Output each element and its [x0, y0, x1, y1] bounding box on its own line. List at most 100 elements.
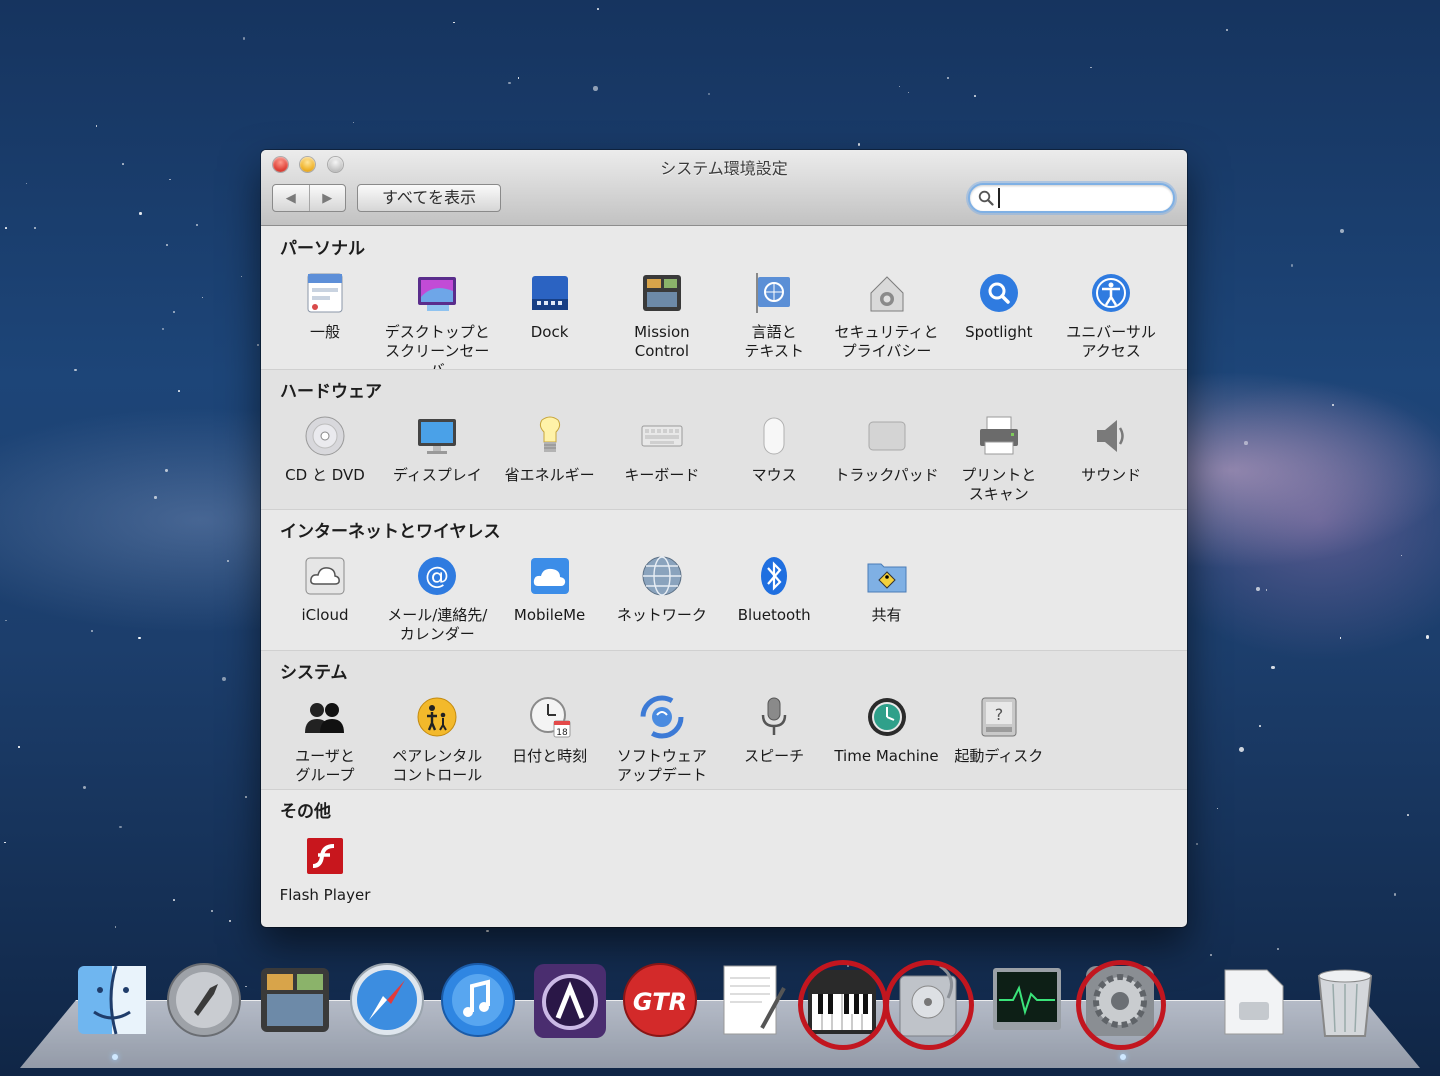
pane-language-text[interactable]: 言語と テキスト — [718, 269, 830, 361]
guitar-rig-icon: GTR — [623, 963, 697, 1037]
dock-guitar-rig[interactable]: GTR — [620, 958, 700, 1042]
keyboard-icon — [641, 425, 683, 447]
search-field[interactable] — [968, 183, 1175, 213]
users-groups-icon — [305, 703, 344, 733]
dock-icon — [531, 276, 568, 310]
pane-label: ペアレンタル コントロール — [392, 747, 483, 784]
highlight-ring — [798, 960, 888, 1050]
window-title: システム環境設定 — [660, 159, 788, 178]
highlight-ring — [1076, 960, 1166, 1050]
date-time-icon: 18 — [529, 697, 571, 738]
pane-label: 一般 — [309, 323, 340, 341]
pane-label: CD と DVD — [285, 466, 365, 484]
pane-label: ネットワーク — [616, 606, 707, 624]
mission-control-dock-icon — [261, 968, 329, 1032]
pane-spotlight[interactable]: Spotlight — [943, 269, 1055, 342]
dock-itunes[interactable] — [438, 958, 518, 1042]
pane-cd-dvd[interactable]: CD と DVD — [269, 412, 381, 485]
pane-sound[interactable]: サウンド — [1055, 412, 1167, 485]
dock-finder[interactable] — [72, 958, 152, 1042]
section-title: ハードウェア — [280, 382, 382, 402]
dock-textedit[interactable] — [712, 958, 792, 1042]
pane-label: スピーチ — [744, 747, 805, 765]
safari-icon — [350, 963, 424, 1037]
pane-label: ユニバーサル アクセス — [1066, 323, 1156, 360]
dock-mission-control-dock[interactable] — [255, 958, 335, 1042]
section-3: インターネットとワイヤレス iCloud @ メール/連絡先/ カレンダー Mobile… — [261, 509, 1187, 650]
pane-mission-control[interactable]: Mission Control — [606, 269, 718, 361]
dock-safari[interactable] — [347, 958, 427, 1042]
pane-parental-controls[interactable]: ペアレンタル コントロール — [381, 693, 493, 785]
svg-text:@: @ — [425, 562, 449, 590]
display-icon — [418, 419, 457, 454]
mail-contacts-icon: @ — [418, 557, 457, 595]
pane-bluetooth[interactable]: Bluetooth — [718, 552, 830, 625]
dock-applications-folder[interactable] — [1215, 958, 1295, 1042]
pane-label: プリントと スキャン — [961, 466, 1037, 503]
pane-label: ユーザと グループ — [295, 747, 355, 784]
pane-users-groups[interactable]: ユーザと グループ — [269, 693, 381, 785]
dock-pro-tools[interactable] — [530, 958, 610, 1042]
pane-label: キーボード — [624, 466, 700, 484]
flash-player-icon — [307, 838, 343, 874]
search-input[interactable] — [998, 188, 1163, 208]
dock-trash[interactable] — [1305, 958, 1385, 1042]
activity-monitor-icon — [993, 968, 1061, 1030]
pane-time-machine[interactable]: Time Machine — [831, 693, 943, 766]
pane-mail-contacts[interactable]: @ メール/連絡先/ カレンダー — [381, 552, 493, 644]
pane-dock[interactable]: Dock — [494, 269, 606, 342]
section-title: パーソナル — [280, 239, 365, 259]
pane-trackpad[interactable]: トラックパッド — [831, 412, 943, 485]
section-title: システム — [280, 663, 348, 683]
section-4: システムユーザと グループ ペアレンタル コントロール 18 日付と時刻 ソフトウェア … — [261, 650, 1187, 789]
pane-network[interactable]: ネットワーク — [606, 552, 718, 625]
desktop-screensaver-icon — [418, 277, 457, 311]
pane-keyboard[interactable]: キーボード — [606, 412, 718, 485]
dock-launchpad[interactable] — [164, 958, 244, 1042]
pane-display[interactable]: ディスプレイ — [381, 412, 493, 485]
forward-button[interactable]: ▶ — [308, 185, 346, 211]
pane-label: セキュリティと プライバシー — [834, 323, 939, 360]
pane-print-scan[interactable]: プリントと スキャン — [943, 412, 1055, 504]
pane-software-update[interactable]: ソフトウェア アップデート — [606, 693, 718, 785]
network-icon — [642, 556, 682, 596]
preferences-content: パーソナル一般 デスクトップと スクリーンセーバ Dock Mission Contr… — [261, 227, 1187, 927]
pane-label: MobileMe — [513, 606, 586, 624]
pane-label: iCloud — [301, 606, 349, 624]
section-5: その他 Flash Player — [261, 789, 1187, 927]
show-all-button[interactable]: すべてを表示 — [357, 184, 501, 212]
pane-label: Dock — [530, 323, 569, 341]
highlight-ring — [884, 960, 974, 1050]
pane-mobileme[interactable]: MobileMe — [494, 552, 606, 625]
pane-mouse[interactable]: マウス — [718, 412, 830, 485]
pane-sharing[interactable]: 共有 — [831, 552, 943, 625]
pane-label: マウス — [751, 466, 797, 484]
back-button[interactable]: ◀ — [273, 185, 309, 211]
energy-saver-icon — [539, 416, 560, 452]
pane-universal-access[interactable]: ユニバーサル アクセス — [1055, 269, 1167, 361]
pro-tools-icon — [534, 964, 606, 1038]
gtr-text: GTR — [633, 988, 687, 1016]
section-1: パーソナル一般 デスクトップと スクリーンセーバ Dock Mission Contr… — [261, 227, 1187, 379]
pane-label: Spotlight — [965, 323, 1033, 341]
time-machine-icon — [867, 698, 906, 736]
running-indicator — [112, 1054, 118, 1060]
pane-startup-disk[interactable]: ? 起動ディスク — [943, 693, 1055, 766]
sound-icon — [1097, 420, 1124, 452]
pane-label: Bluetooth — [737, 606, 811, 624]
pane-date-time[interactable]: 18 日付と時刻 — [494, 693, 606, 766]
search-icon — [978, 190, 994, 206]
pane-desktop-screensaver[interactable]: デスクトップと スクリーンセーバ — [381, 269, 493, 380]
pane-icloud[interactable]: iCloud — [269, 552, 381, 625]
universal-access-icon — [1092, 274, 1131, 312]
pane-security-privacy[interactable]: セキュリティと プライバシー — [831, 269, 943, 361]
pane-energy-saver[interactable]: 省エネルギー — [494, 412, 606, 485]
software-update-icon — [640, 695, 684, 739]
pane-speech[interactable]: スピーチ — [718, 693, 830, 766]
dock-activity-monitor[interactable] — [987, 958, 1067, 1042]
pane-flash-player[interactable]: Flash Player — [269, 832, 381, 905]
pane-label: メール/連絡先/ カレンダー — [387, 606, 488, 643]
itunes-icon — [441, 963, 515, 1037]
parental-controls-icon — [417, 697, 457, 737]
pane-general[interactable]: 一般 — [269, 269, 381, 342]
